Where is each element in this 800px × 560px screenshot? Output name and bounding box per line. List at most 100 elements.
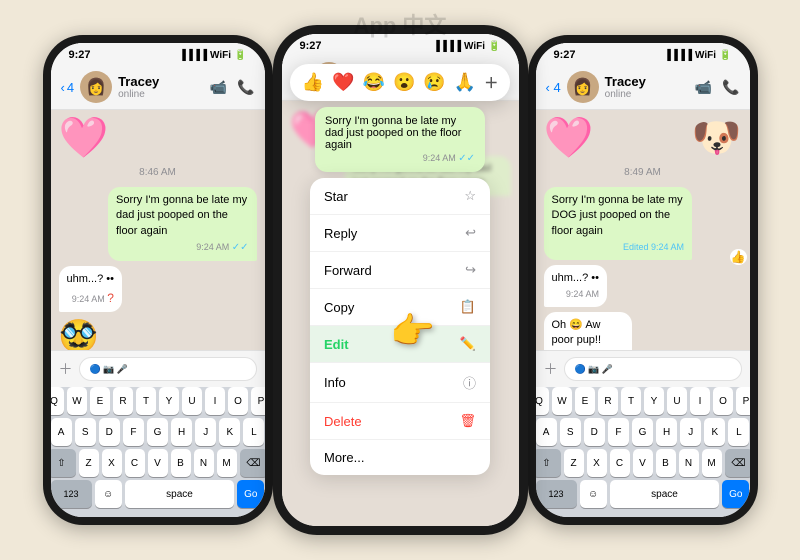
key-3-n[interactable]: N [679,449,699,477]
key-3-s[interactable]: S [560,418,581,446]
key-3-w[interactable]: W [552,387,572,415]
key-c[interactable]: C [125,449,145,477]
key-3-123[interactable]: 123 [536,480,577,508]
key-x[interactable]: X [102,449,122,477]
back-button-3[interactable]: ‹ 4 [546,80,561,95]
keyboard-3: Q W E R T Y U I O P A S D F G H J K L [536,387,750,517]
menu-item-delete[interactable]: Delete 🗑 [310,403,490,440]
key-t[interactable]: T [136,387,156,415]
back-button-1[interactable]: ‹ 4 [61,80,75,95]
received-message-1[interactable]: uhm...? •• 9:24 AM ? [59,266,122,312]
menu-label-info: Info [324,375,346,390]
message-input-3[interactable]: 🔵 📷 🎤 [564,357,742,381]
emoji-sad[interactable]: 😢 [423,72,445,93]
key-s[interactable]: S [75,418,96,446]
key-3-j[interactable]: J [680,418,701,446]
key-3-f[interactable]: F [608,418,629,446]
key-3-e[interactable]: E [575,387,595,415]
plus-icon-3[interactable]: ＋ [544,359,558,379]
key-3-i[interactable]: I [690,387,710,415]
key-o[interactable]: O [228,387,248,415]
key-3-d[interactable]: D [584,418,605,446]
key-3-y[interactable]: Y [644,387,664,415]
key-3-l[interactable]: L [728,418,749,446]
key-p[interactable]: P [251,387,271,415]
sent-message-1[interactable]: Sorry I'm gonna be late my dad just poop… [108,187,257,261]
key-space[interactable]: space [125,480,234,508]
key-a[interactable]: A [51,418,72,446]
msg-time-1: 9:24 AM ✓✓ [116,241,249,255]
key-m[interactable]: M [217,449,237,477]
key-z[interactable]: Z [79,449,99,477]
menu-item-reply[interactable]: Reply ↩ [310,215,490,252]
menu-item-more[interactable]: More... [310,440,490,475]
video-icon-1[interactable]: 📹 [210,79,227,96]
key-r[interactable]: R [113,387,133,415]
emoji-pray[interactable]: 🙏 [454,72,476,93]
video-icon-3[interactable]: 📹 [695,79,712,96]
key-l[interactable]: L [243,418,264,446]
received-message-4[interactable]: Oh 😄 Aw poor pup!! 9:25 AM [544,312,632,350]
key-3-a[interactable]: A [536,418,557,446]
key-d[interactable]: D [99,418,120,446]
key-n[interactable]: N [194,449,214,477]
phone-2: 9:27 ▐▐▐▐ WiFi 🔋 ‹ 4 👩 Tracey 📹 📞 [273,25,528,535]
key-f[interactable]: F [123,418,144,446]
key-3-o[interactable]: O [713,387,733,415]
key-delete[interactable]: ⌫ [240,449,268,477]
key-3-b[interactable]: B [656,449,676,477]
key-emoji[interactable]: ☺ [95,480,122,508]
key-h[interactable]: H [171,418,192,446]
key-3-r[interactable]: R [598,387,618,415]
key-shift[interactable]: ⇧ [48,449,76,477]
key-j[interactable]: J [195,418,216,446]
key-3-space[interactable]: space [610,480,719,508]
message-input-1[interactable]: 🔵 📷 🎤 [79,357,257,381]
key-3-m[interactable]: M [702,449,722,477]
received-message-3[interactable]: uhm...? •• 9:24 AM [544,265,607,307]
key-e[interactable]: E [90,387,110,415]
emoji-heart[interactable]: ❤️ [332,72,354,93]
key-3-k[interactable]: K [704,418,725,446]
key-i[interactable]: I [205,387,225,415]
key-go[interactable]: Go [237,480,264,508]
key-3-q[interactable]: Q [529,387,549,415]
header-icons-1[interactable]: 📹 📞 [210,79,255,96]
menu-item-info[interactable]: Info ⓘ [310,363,490,403]
phone-icon-1[interactable]: 📞 [237,79,254,96]
key-3-u[interactable]: U [667,387,687,415]
plus-icon-1[interactable]: ＋ [59,359,73,379]
menu-item-forward[interactable]: Forward ↪ [310,252,490,289]
emoji-wow[interactable]: 😮 [393,72,415,93]
key-3-c[interactable]: C [610,449,630,477]
key-3-z[interactable]: Z [564,449,584,477]
menu-item-star[interactable]: Star ☆ [310,178,490,215]
key-k[interactable]: K [219,418,240,446]
phone-icon-3[interactable]: 📞 [722,79,739,96]
contact-info-3: Tracey online [605,74,689,100]
key-b[interactable]: B [171,449,191,477]
key-3-v[interactable]: V [633,449,653,477]
key-3-delete[interactable]: ⌫ [725,449,753,477]
key-w[interactable]: W [67,387,87,415]
key-123[interactable]: 123 [51,480,92,508]
key-g[interactable]: G [147,418,168,446]
header-icons-3[interactable]: 📹 📞 [695,79,740,96]
key-3-p[interactable]: P [736,387,756,415]
key-v[interactable]: V [148,449,168,477]
sent-message-3[interactable]: Sorry I'm gonna be late my DOG just poop… [544,187,693,260]
emoji-reaction-bar[interactable]: 👍 ❤️ 😂 😮 😢 🙏 ＋ [290,64,511,101]
key-u[interactable]: U [182,387,202,415]
key-3-g[interactable]: G [632,418,653,446]
key-3-h[interactable]: H [656,418,677,446]
key-3-shift[interactable]: ⇧ [533,449,561,477]
emoji-more-btn[interactable]: ＋ [484,73,498,93]
key-y[interactable]: Y [159,387,179,415]
key-3-emoji[interactable]: ☺ [580,480,607,508]
key-3-go[interactable]: Go [722,480,749,508]
key-3-t[interactable]: T [621,387,641,415]
key-3-x[interactable]: X [587,449,607,477]
emoji-laugh[interactable]: 😂 [363,72,385,93]
key-q[interactable]: Q [44,387,64,415]
emoji-thumbs-up[interactable]: 👍 [302,72,324,93]
